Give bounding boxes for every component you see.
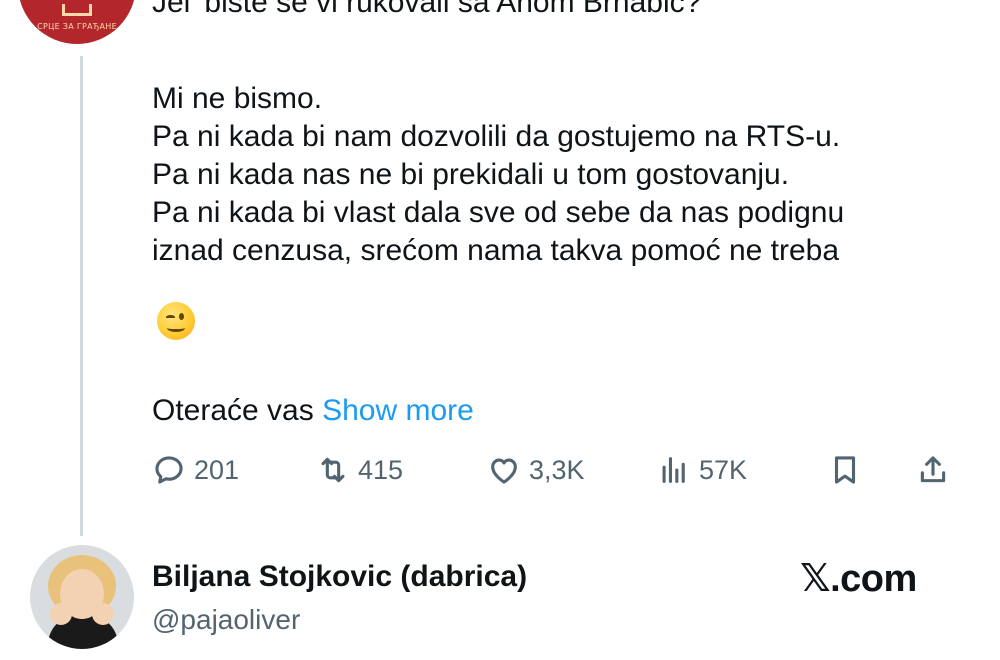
show-more-link[interactable]: Show more (322, 394, 474, 427)
tweet-line: iznad cenzusa, srećom nama takva pomoć n… (152, 234, 840, 267)
repost-count: 415 (358, 454, 404, 485)
share-icon (920, 456, 946, 483)
reply-icon (155, 456, 183, 484)
avatar-logo-text: СРЦЕ ЗА ГРАЂАНЕ (37, 22, 117, 31)
tweet-line: Pa ni kada nas ne bi prekidali u tom gos… (152, 158, 790, 191)
x-com-brand-logo: 𝕏.com (800, 558, 917, 600)
party-logo-icon (62, 4, 92, 16)
bookmark-button[interactable] (828, 448, 862, 492)
share-button[interactable] (916, 448, 950, 492)
tweet-actions-bar: 201 415 3,3K 57K (152, 448, 962, 492)
tweet-line: Pa ni kada bi vlast dala sve od sebe da … (152, 196, 845, 229)
views-button[interactable]: 57K (657, 448, 747, 492)
like-count: 3,3K (529, 454, 585, 485)
reply-count: 201 (194, 454, 240, 485)
previous-author-avatar[interactable]: СРЦЕ ЗА ГРАЂАНЕ (18, 0, 136, 44)
views-count: 57K (699, 454, 748, 485)
tweet-line: Mi ne bismo. (152, 82, 323, 115)
tweet-first-line: Jel' biste se vi rukovali sa Anom Brnabi… (152, 0, 702, 19)
heart-icon (491, 458, 517, 484)
repost-icon (321, 457, 345, 483)
winking-face-emoji-icon (157, 302, 195, 340)
tweet-line: Pa ni kada bi nam dozvolili da gostujemo… (152, 120, 841, 153)
thread-connector-line (80, 56, 83, 536)
bookmark-icon (834, 456, 856, 484)
repost-button[interactable]: 415 (316, 448, 403, 492)
tweet-body: Mi ne bismo. Pa ni kada bi nam dozvolili… (152, 80, 844, 270)
reply-button[interactable]: 201 (152, 448, 239, 492)
author-handle[interactable]: @pajaoliver (152, 604, 300, 636)
tweet-truncated-line: Oteraće vas Show more (152, 392, 474, 430)
views-chart-icon (662, 457, 685, 483)
author-name[interactable]: Biljana Stojkovic (dabrica) (152, 560, 527, 594)
like-button[interactable]: 3,3K (487, 448, 585, 492)
tweet-truncated-text: Oteraće vas (152, 394, 314, 427)
author-avatar[interactable] (30, 545, 134, 649)
